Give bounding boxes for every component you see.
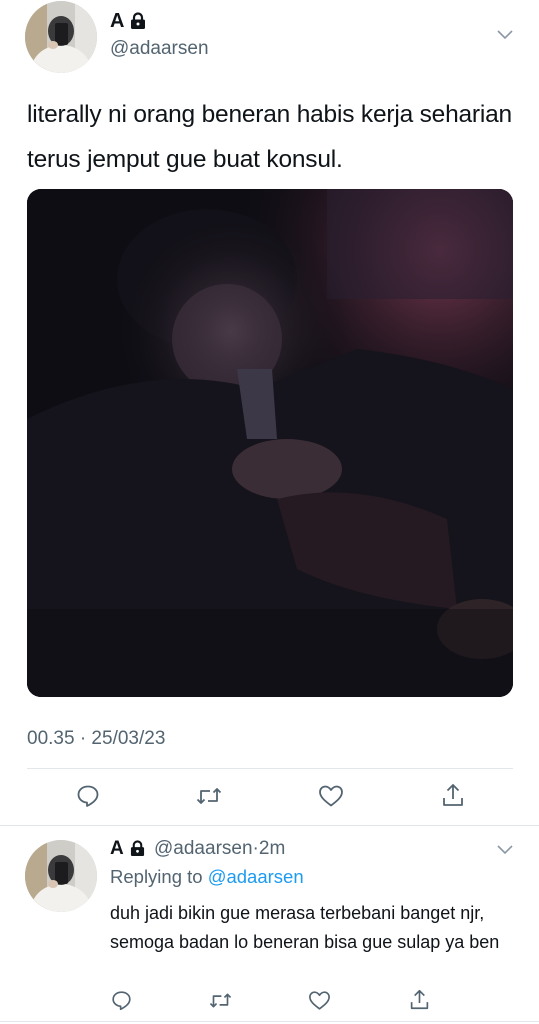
share-icon [443,784,463,806]
retweet-icon [196,788,222,804]
reply-author-name[interactable]: A [110,838,124,859]
share-icon [410,989,428,1009]
replying-to-mention[interactable]: @adaarsen [208,866,304,887]
reply-icon [77,785,99,807]
divider [27,768,513,769]
replying-to-label: Replying to [110,866,203,887]
like-button[interactable] [316,781,346,811]
reply-author-handle[interactable]: @adaarsen [154,838,253,859]
author-name-text[interactable]: A [110,10,124,32]
replying-to: Replying to @adaarsen [110,866,304,888]
share-button[interactable] [404,984,434,1014]
tweet-timestamp[interactable]: 00.35 · 25/03/23 [27,728,165,750]
tweet-photo[interactable] [27,189,513,697]
like-icon [319,785,343,807]
avatar[interactable] [25,840,97,912]
main-tweet: A @adaarsen literally ni orang beneran h… [0,0,539,826]
share-button[interactable] [438,780,468,810]
retweet-button[interactable] [194,781,224,811]
retweet-icon [209,993,231,1007]
reply-button[interactable] [106,985,136,1015]
like-icon [308,990,330,1010]
reply-text: duh jadi bikin gue merasa terbebani bang… [110,903,500,952]
avatar[interactable] [25,1,97,73]
reply-time-ago[interactable]: 2m [259,838,285,859]
retweet-button[interactable] [205,985,235,1015]
reply-button[interactable] [73,781,103,811]
like-button[interactable] [304,985,334,1015]
divider [0,1021,539,1022]
lock-icon [130,840,145,862]
chevron-down-icon[interactable] [497,30,513,40]
reply-header: A @adaarsen·2m [110,838,285,862]
author-name[interactable]: A [110,10,146,35]
chevron-down-icon[interactable] [497,845,513,855]
tweet-text: literally ni orang beneran habis kerja s… [27,101,512,173]
author-handle[interactable]: @adaarsen [110,38,209,60]
reply-icon [111,990,131,1010]
divider [0,825,539,826]
lock-icon [130,12,146,35]
